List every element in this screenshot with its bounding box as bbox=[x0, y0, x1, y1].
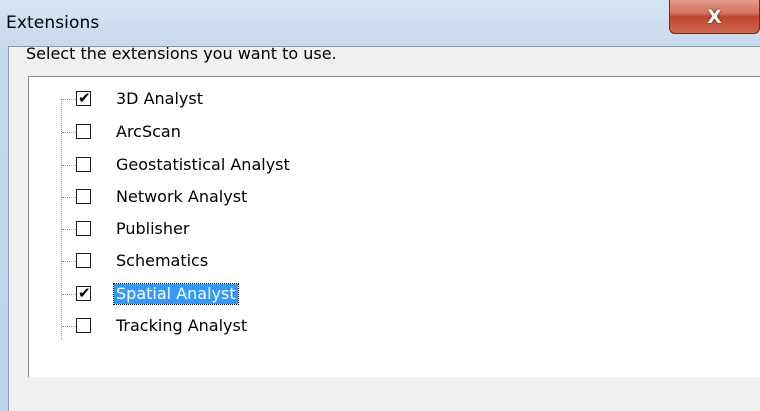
checkbox[interactable] bbox=[76, 253, 91, 268]
instruction-text: Select the extensions you want to use. bbox=[26, 44, 337, 63]
list-item-label[interactable]: Spatial Analyst bbox=[113, 283, 239, 305]
close-button[interactable]: X bbox=[669, 0, 760, 34]
list-item[interactable]: ✔ Spatial Analyst bbox=[29, 281, 429, 307]
list-item-label[interactable]: Publisher bbox=[114, 219, 191, 239]
tree-branch-line bbox=[62, 229, 76, 230]
checkbox[interactable] bbox=[76, 221, 91, 236]
tree-branch-line bbox=[62, 261, 76, 262]
tree-branch-line bbox=[62, 197, 76, 198]
tree-branch-line bbox=[62, 99, 76, 100]
checkbox[interactable] bbox=[76, 157, 91, 172]
list-item-label[interactable]: Schematics bbox=[114, 251, 210, 271]
checkbox[interactable] bbox=[76, 124, 91, 139]
checkbox[interactable]: ✔ bbox=[76, 89, 91, 107]
list-item[interactable]: Geostatistical Analyst bbox=[29, 152, 429, 178]
list-item[interactable]: ✔ 3D Analyst bbox=[29, 86, 429, 112]
window-title: Extensions bbox=[6, 13, 100, 33]
checkmark-icon: ✔ bbox=[78, 89, 91, 107]
extensions-dialog: Extensions X Select the extensions you w… bbox=[0, 0, 760, 411]
list-item-label[interactable]: Network Analyst bbox=[114, 187, 249, 207]
list-item-label[interactable]: ArcScan bbox=[114, 122, 183, 142]
checkbox[interactable]: ✔ bbox=[76, 284, 91, 302]
extensions-list[interactable]: ✔ 3D Analyst ArcScan Geostatistical Anal… bbox=[28, 76, 760, 377]
list-item-label[interactable]: Tracking Analyst bbox=[114, 316, 249, 336]
checkbox[interactable] bbox=[76, 318, 91, 333]
tree-branch-line bbox=[62, 132, 76, 133]
list-item-label[interactable]: 3D Analyst bbox=[114, 89, 205, 109]
list-item[interactable]: Publisher bbox=[29, 216, 429, 242]
tree-branch-line bbox=[62, 326, 76, 327]
list-item[interactable]: Schematics bbox=[29, 248, 429, 274]
checkbox[interactable] bbox=[76, 189, 91, 204]
checkmark-icon: ✔ bbox=[78, 284, 91, 302]
list-item[interactable]: Tracking Analyst bbox=[29, 313, 429, 339]
close-icon: X bbox=[707, 6, 722, 28]
list-item[interactable]: Network Analyst bbox=[29, 184, 429, 210]
title-bar[interactable]: Extensions X bbox=[0, 0, 760, 46]
list-item[interactable]: ArcScan bbox=[29, 119, 429, 145]
tree-branch-line bbox=[62, 165, 76, 166]
tree-branch-line bbox=[62, 294, 76, 295]
list-item-label[interactable]: Geostatistical Analyst bbox=[114, 155, 292, 175]
